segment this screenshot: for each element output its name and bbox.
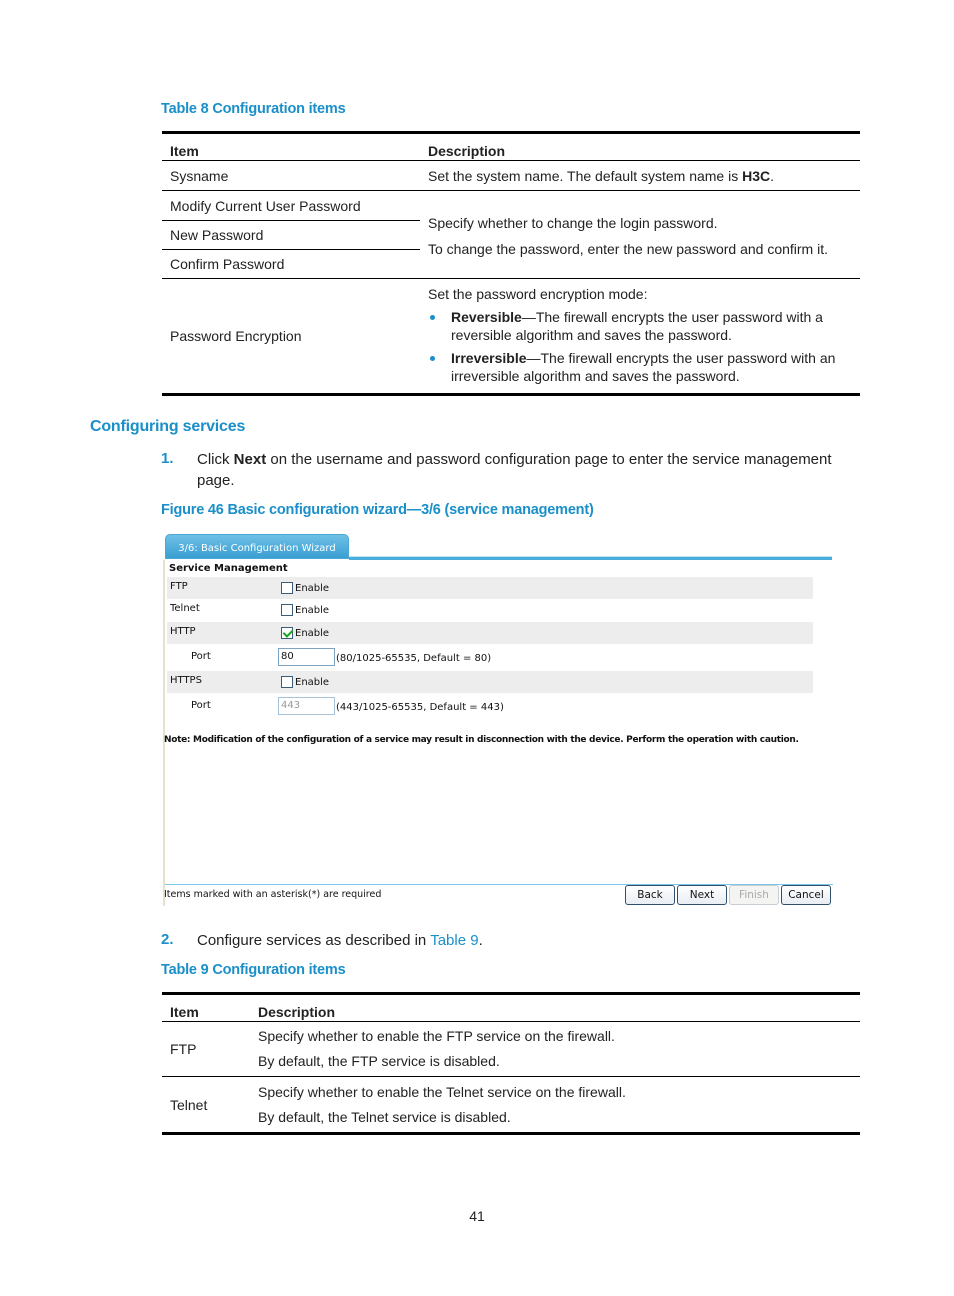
table8-header-description: Description	[428, 143, 506, 159]
table8-item-new-password: New Password	[170, 227, 264, 243]
table9-desc-telnet: Specify whether to enable the Telnet ser…	[250, 1077, 860, 1134]
table8-caption: Table 8 Configuration items	[161, 101, 346, 117]
table8-desc-sysname: Set the system name. The default system …	[420, 161, 860, 191]
text: Configure services as described in	[197, 932, 431, 949]
frame-border	[163, 560, 165, 906]
ftp-enable-label[interactable]: Enable	[295, 583, 329, 594]
section-heading: Configuring services	[90, 418, 246, 435]
table8-item-password-encryption: Password Encryption	[170, 328, 302, 344]
https-row: HTTPS Enable	[167, 671, 813, 693]
table-row: Modify Current User Password Specify whe…	[162, 190, 860, 279]
table9-link[interactable]: Table 9	[430, 932, 478, 949]
text: .	[478, 932, 483, 949]
figure-caption: Figure 46 Basic configuration wizard—3/6…	[161, 502, 594, 518]
back-button[interactable]: Back	[625, 885, 675, 905]
table8-desc-password: Specify whether to change the login pass…	[420, 190, 860, 279]
desc-line: Specify whether to enable the Telnet ser…	[258, 1083, 626, 1100]
next-button[interactable]: Next	[677, 885, 727, 905]
text: Click	[197, 451, 234, 468]
encryption-mode-list: Reversible—The firewall encrypts the use…	[428, 308, 852, 385]
table9-header-description: Description	[258, 1004, 336, 1020]
telnet-enable-checkbox[interactable]	[281, 604, 293, 616]
https-port-input[interactable]: 443	[278, 697, 335, 715]
https-enable-label[interactable]: Enable	[295, 677, 329, 688]
table8-header-item: Item	[170, 143, 199, 159]
http-enable-label[interactable]: Enable	[295, 628, 329, 639]
http-label: HTTP	[170, 626, 196, 637]
http-row: HTTP Enable	[167, 622, 813, 644]
ftp-enable-checkbox[interactable]	[281, 582, 293, 594]
https-enable-checkbox[interactable]	[281, 676, 293, 688]
table9: Item Description FTP Specify whether to …	[162, 992, 860, 1135]
step2-number: 2.	[161, 931, 174, 948]
ftp-label: FTP	[170, 581, 188, 592]
table-row: Sysname Set the system name. The default…	[162, 161, 860, 191]
term: Irreversible	[451, 350, 527, 366]
required-note: Items marked with an asterisk(*) are req…	[164, 889, 382, 900]
text: on the username and password configurati…	[197, 451, 832, 489]
telnet-label: Telnet	[170, 603, 200, 614]
http-enable-checkbox[interactable]	[281, 627, 293, 639]
table8-item-confirm-password: Confirm Password	[170, 256, 285, 272]
desc-line: Specify whether to change the login pass…	[428, 214, 718, 231]
https-port-row: Port 443 (443/1025-65535, Default = 443)	[167, 694, 813, 720]
http-port-input[interactable]: 80	[278, 648, 335, 666]
table-row: Password Encryption Set the password enc…	[162, 279, 860, 395]
desc-text: .	[770, 167, 775, 184]
page-number: 41	[469, 1208, 485, 1224]
desc-line: To change the password, enter the new pa…	[428, 240, 828, 257]
tab-underline	[349, 556, 832, 560]
http-port-label: Port	[191, 651, 211, 662]
wizard-tab[interactable]: 3/6: Basic Configuration Wizard	[165, 534, 349, 559]
list-item: Irreversible—The firewall encrypts the u…	[428, 349, 852, 385]
table8-item-modify-password: Modify Current User Password	[170, 197, 361, 214]
https-label: HTTPS	[170, 675, 202, 686]
table9-caption: Table 9 Configuration items	[161, 962, 346, 978]
step2-text: Configure services as described in Table…	[197, 930, 862, 951]
table9-item-telnet: Telnet	[170, 1096, 208, 1113]
http-port-hint: (80/1025-65535, Default = 80)	[336, 653, 492, 664]
table9-item-ftp: FTP	[170, 1041, 197, 1057]
desc-text: Set the system name. The default system …	[428, 167, 743, 184]
desc-line: Specify whether to enable the FTP servic…	[258, 1028, 615, 1044]
table9-desc-ftp: Specify whether to enable the FTP servic…	[250, 1022, 860, 1077]
telnet-row: Telnet Enable	[167, 599, 813, 621]
desc-line: By default, the FTP service is disabled.	[258, 1053, 500, 1069]
list-item: Reversible—The firewall encrypts the use…	[428, 308, 852, 344]
ftp-row: FTP Enable	[167, 577, 813, 599]
table8-desc-encryption: Set the password encryption mode: Revers…	[420, 279, 860, 395]
cancel-button[interactable]: Cancel	[781, 885, 831, 905]
https-port-label: Port	[191, 700, 211, 711]
desc-line: By default, the Telnet service is disabl…	[258, 1108, 511, 1125]
table-row: Telnet Specify whether to enable the Tel…	[162, 1077, 860, 1134]
step1-number: 1.	[161, 450, 174, 467]
table9-header-item: Item	[170, 1004, 199, 1020]
https-port-hint: (443/1025-65535, Default = 443)	[336, 702, 504, 713]
telnet-enable-label[interactable]: Enable	[295, 605, 329, 616]
http-port-row: Port 80 (80/1025-65535, Default = 80)	[167, 645, 813, 671]
wizard-screenshot: 3/6: Basic Configuration Wizard Service …	[163, 532, 833, 906]
term: Reversible	[451, 309, 522, 325]
finish-button[interactable]: Finish	[729, 885, 779, 905]
desc-line: Set the password encryption mode:	[428, 286, 648, 302]
table8-item-sysname: Sysname	[170, 167, 229, 184]
step1-text: Click Next on the username and password …	[197, 449, 862, 491]
bold-text: Next	[233, 451, 267, 468]
default-sysname: H3C	[742, 167, 771, 184]
table8: Item Description Sysname Set the system …	[162, 131, 860, 396]
table-row: FTP Specify whether to enable the FTP se…	[162, 1022, 860, 1077]
service-management-title: Service Management	[169, 563, 288, 574]
caution-note: Note: Modification of the configuration …	[164, 735, 799, 745]
